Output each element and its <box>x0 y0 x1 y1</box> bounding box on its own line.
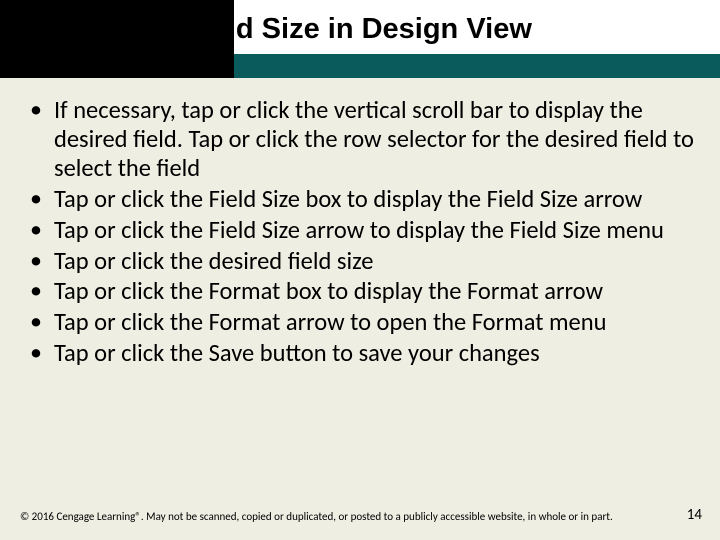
list-item: If necessary, tap or click the vertical … <box>24 96 702 183</box>
bullet-list: If necessary, tap or click the vertical … <box>24 96 702 368</box>
list-item: Tap or click the Field Size arrow to dis… <box>24 216 702 245</box>
copyright-text: © 2016 Cengage Learning®. May not be sca… <box>20 510 613 524</box>
page-number: 14 <box>687 506 702 524</box>
list-item: Tap or click the Format arrow to open th… <box>24 308 702 337</box>
list-item: Tap or click the Format box to display t… <box>24 277 702 306</box>
list-item: Tap or click the Save button to save you… <box>24 339 702 368</box>
list-item: Tap or click the desired field size <box>24 247 702 276</box>
slide-title: Changing a Field Size in Design View <box>20 14 704 46</box>
list-item: Tap or click the Field Size box to displ… <box>24 185 702 214</box>
slide-body: If necessary, tap or click the vertical … <box>24 96 702 370</box>
slide-footer: © 2016 Cengage Learning®. May not be sca… <box>20 506 702 524</box>
title-bar: Changing a Field Size in Design View <box>0 0 720 78</box>
slide: Changing a Field Size in Design View If … <box>0 0 720 540</box>
